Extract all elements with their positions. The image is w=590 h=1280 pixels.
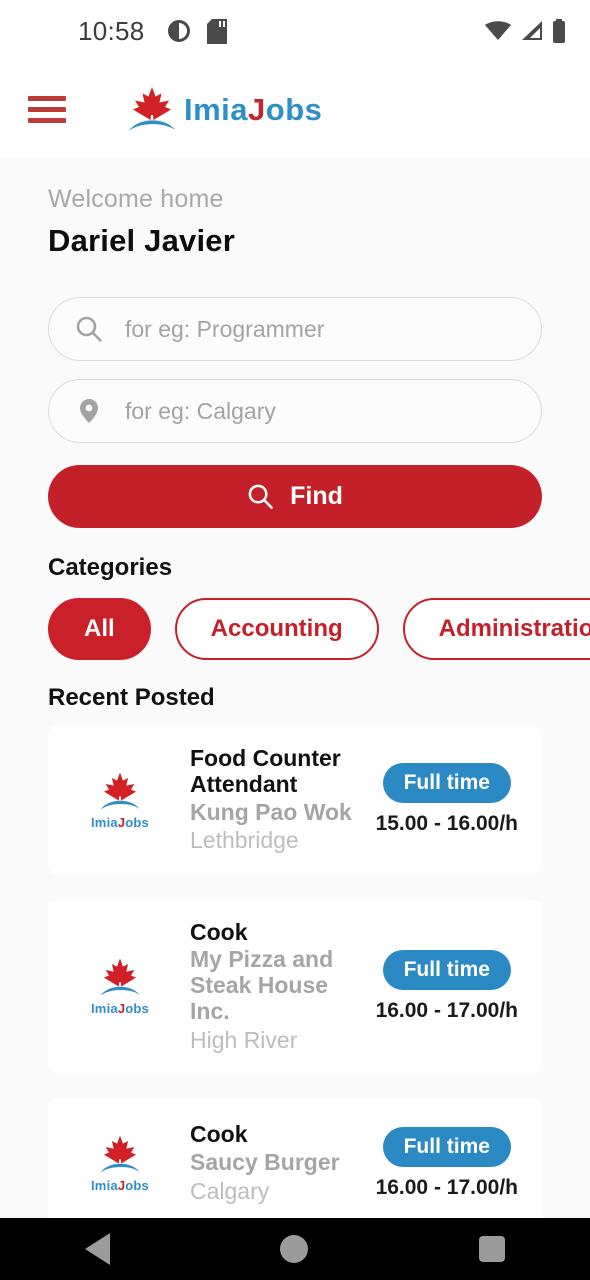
maple-leaf-logo — [124, 84, 180, 136]
battery-icon — [553, 19, 565, 43]
job-city: High River — [190, 1026, 298, 1053]
back-icon[interactable] — [85, 1233, 111, 1265]
company-logo-text: ImiaJobs — [91, 1001, 149, 1017]
job-type-badge: Full time — [382, 949, 511, 990]
brand-text-part2: J — [248, 91, 266, 127]
job-info: Cook Saucy Burger Calgary — [168, 1121, 376, 1204]
find-button-label: Find — [290, 482, 343, 510]
category-chip-row[interactable]: All Accounting Administration — [48, 598, 590, 660]
chip-label: Administration — [438, 615, 590, 642]
company-logo: ImiaJobs — [72, 1133, 168, 1193]
phone-screen: 10:58 ImiaJobs Welcome home Dariel Javie… — [0, 0, 590, 1280]
user-name: Dariel Javier — [48, 223, 236, 258]
job-salary: 16.00 - 17.00/h — [375, 1175, 518, 1199]
cellular-signal-icon — [522, 21, 542, 40]
hamburger-menu-icon[interactable] — [28, 96, 66, 123]
brand-logo: ImiaJobs — [124, 84, 322, 136]
job-title: Food Counter Attendant — [190, 745, 341, 797]
recents-icon[interactable] — [478, 1236, 505, 1262]
job-meta: Full time 15.00 - 16.00/h — [376, 763, 518, 836]
job-type-badge: Full time — [382, 1126, 511, 1167]
home-icon[interactable] — [280, 1235, 309, 1263]
status-left-icons — [167, 18, 227, 44]
welcome-label: Welcome home — [48, 185, 224, 213]
category-chip-accounting[interactable]: Accounting — [174, 598, 379, 660]
company-logo-text: ImiaJobs — [91, 1178, 149, 1194]
android-nav-bar — [0, 1218, 590, 1280]
company-logo-text: ImiaJobs — [91, 814, 149, 830]
categories-heading: Categories — [48, 554, 173, 581]
job-salary: 16.00 - 17.00/h — [375, 998, 518, 1022]
search-icon — [248, 484, 273, 509]
brand-text-part1: Imia — [184, 91, 249, 127]
job-company: Kung Pao Wok — [190, 798, 352, 825]
location-pin-icon — [80, 399, 98, 423]
search-icon — [76, 316, 102, 342]
job-title: Cook — [190, 918, 248, 945]
category-chip-all[interactable]: All — [48, 598, 151, 660]
job-card[interactable]: ImiaJobs Food Counter Attendant Kung Pao… — [48, 726, 542, 874]
job-meta: Full time 16.00 - 17.00/h — [375, 1126, 518, 1200]
status-time: 10:58 — [78, 15, 145, 46]
sd-card-icon — [206, 18, 227, 44]
company-logo: ImiaJobs — [72, 770, 168, 830]
chip-label: All — [84, 615, 115, 642]
job-card[interactable]: ImiaJobs Cook My Pizza and Steak House I… — [48, 899, 542, 1074]
job-list: ImiaJobs Food Counter Attendant Kung Pao… — [48, 726, 542, 1280]
company-logo: ImiaJobs — [72, 956, 168, 1016]
app-bar: ImiaJobs — [0, 62, 590, 157]
job-title: Cook — [190, 1121, 248, 1148]
job-salary: 15.00 - 16.00/h — [375, 812, 518, 836]
contrast-circle-icon — [167, 20, 190, 42]
chip-label: Accounting — [210, 615, 343, 642]
job-card[interactable]: ImiaJobs Cook Saucy Burger Calgary Full … — [48, 1099, 542, 1228]
job-company: My Pizza and Steak House Inc. — [190, 946, 334, 1024]
job-meta: Full time 16.00 - 17.00/h — [375, 949, 518, 1023]
status-bar: 10:58 — [0, 0, 590, 62]
category-chip-administration[interactable]: Administration — [402, 598, 590, 660]
job-info: Food Counter Attendant Kung Pao Wok Leth… — [168, 745, 376, 854]
location-placeholder: for eg: Calgary — [125, 397, 276, 424]
brand-wordmark: ImiaJobs — [184, 92, 322, 128]
job-city: Calgary — [190, 1177, 270, 1204]
find-button[interactable]: Find — [48, 465, 542, 528]
keyword-placeholder: for eg: Programmer — [125, 315, 325, 342]
keyword-search-input[interactable]: for eg: Programmer — [48, 297, 542, 361]
brand-text-part3: obs — [265, 91, 323, 127]
location-search-input[interactable]: for eg: Calgary — [48, 379, 542, 443]
job-info: Cook My Pizza and Steak House Inc. High … — [168, 918, 376, 1053]
wifi-icon — [485, 21, 511, 40]
job-city: Lethbridge — [190, 827, 299, 854]
main-content: Welcome home Dariel Javier for eg: Progr… — [0, 157, 590, 1280]
status-right-icons — [485, 19, 566, 43]
job-company: Saucy Burger — [190, 1148, 340, 1175]
recent-posted-heading: Recent Posted — [48, 684, 215, 711]
job-type-badge: Full time — [382, 763, 511, 804]
